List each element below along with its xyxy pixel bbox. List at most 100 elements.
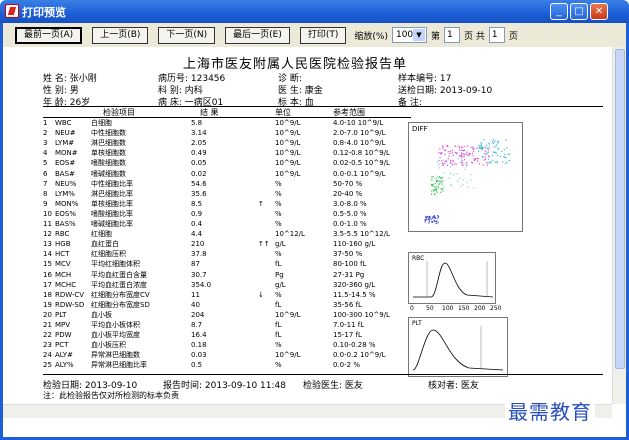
diff-point [486,164,488,166]
table-row: 21 MPV 平均血小板体积 8.7 fL 7.0-11 fL [43,321,413,330]
prev-page-button[interactable]: 上一页(B) [92,26,149,44]
row-index: 11 [43,220,52,228]
diff-point [445,161,447,163]
diff-point [442,190,444,192]
row-ref: 0.02-0.5 10^9/L [333,159,390,168]
first-page-button[interactable]: 最前一页(A) [15,26,83,44]
diff-point [440,180,442,182]
row-result: 3.14 [191,129,207,138]
diff-point [488,158,490,160]
diff-point [457,180,459,182]
row-index: 10 [43,209,52,218]
scroll-thumb[interactable] [615,49,625,369]
row-unit: 10^12/L [275,230,305,239]
row-code: PCT [55,341,69,350]
diff-point [434,194,436,196]
row-result: 8.7 [191,321,203,329]
diff-point [462,164,464,166]
diff-point [453,163,456,165]
diff-point [442,146,444,148]
row-code: NEU% [55,179,77,188]
page-mid: 页 共 [464,31,485,42]
maximize-button[interactable]: □ [570,3,588,20]
zoom-select[interactable]: 100 [391,27,427,43]
diff-point [467,186,469,188]
row-code: HGB [55,240,71,249]
diff-point [461,159,463,161]
diff-point [496,154,498,157]
diff-point [505,157,507,159]
diff-point [425,219,427,221]
diff-point [490,161,492,163]
page-prefix: 第 [430,31,440,42]
diff-point [506,161,508,163]
close-button[interactable]: ✕ [590,3,608,20]
diff-point [450,161,452,163]
row-result: 11 [191,290,200,299]
diff-point [461,162,463,164]
diff-point [493,151,496,153]
page-number-input[interactable]: 1 [444,27,460,43]
row-name: 嗜酸细胞数 [91,159,126,168]
row-result: 4.4 [191,230,203,239]
diff-point [451,164,454,166]
diff-point [464,168,466,170]
next-page-button[interactable]: 下一页(N) [158,26,216,44]
row-index: 9 [43,199,48,208]
row-unit: % [275,361,282,370]
diff-point [431,179,433,181]
footer-doctor: 检验医生: 医友 [303,381,363,391]
diff-point [444,160,446,163]
row-unit: fL [275,260,282,269]
diff-point [496,160,498,163]
diff-point [471,152,474,154]
row-code: MCV [55,260,71,269]
row-name: 血小板平均宽度 [91,331,140,340]
row-ref: 110-160 g/L [333,240,376,249]
diff-point [438,160,440,162]
rbc-curve [413,262,494,298]
diff-point [459,147,461,149]
diff-point [494,161,497,163]
row-index: 22 [43,331,52,340]
report-page: 上海市医友附属人民医院检验报告单 姓 名: 张小刚 性 别: 男 年 龄: 26… [3,47,612,404]
row-unit: 10^9/L [275,129,301,138]
row-result: 0.49 [191,149,207,158]
rbc-histogram: RBC [408,252,496,304]
vertical-scrollbar[interactable] [612,47,626,404]
diff-point [449,152,451,155]
diff-point [433,186,435,188]
minimize-button[interactable]: _ [550,3,568,20]
diff-point [428,220,430,222]
diff-point [467,154,469,156]
diff-point [431,176,433,178]
diff-point [483,159,486,161]
row-ref: 7.0-11 fL [333,321,365,329]
rbc-curve-svg [413,261,494,298]
diff-point [450,173,452,175]
diff-point [496,162,498,164]
table-row: 18 RDW-CV 红细胞分布宽度CV 11 ↓% 11.5-14.5 % [43,291,413,300]
row-ref: 3.5-5.5 10^12/L [333,230,390,239]
row-result: 0.4 [191,220,203,228]
last-page-button[interactable]: 最后一页(E) [225,26,290,44]
diff-point [446,145,448,147]
diff-point [471,161,473,163]
diff-point [477,160,479,162]
row-code: PDW [55,331,72,340]
diff-scatter-plot: DIFF [408,122,523,232]
row-result: 0.05 [191,159,207,168]
row-ref: 0.0-0.2 10^9/L [333,351,386,360]
print-button[interactable]: 打印(T) [299,26,347,44]
diff-point [460,185,462,187]
diff-point [462,184,464,186]
diff-point [426,216,428,218]
diff-point [438,152,440,154]
diff-point [478,146,480,148]
table-row: 7 NEU% 中性细胞比率 54.6% 50-70 % [43,180,413,189]
diff-point [443,186,445,188]
row-index: 25 [43,361,52,370]
diff-point [428,215,430,217]
diff-point [484,150,486,152]
diff-point [434,183,436,185]
